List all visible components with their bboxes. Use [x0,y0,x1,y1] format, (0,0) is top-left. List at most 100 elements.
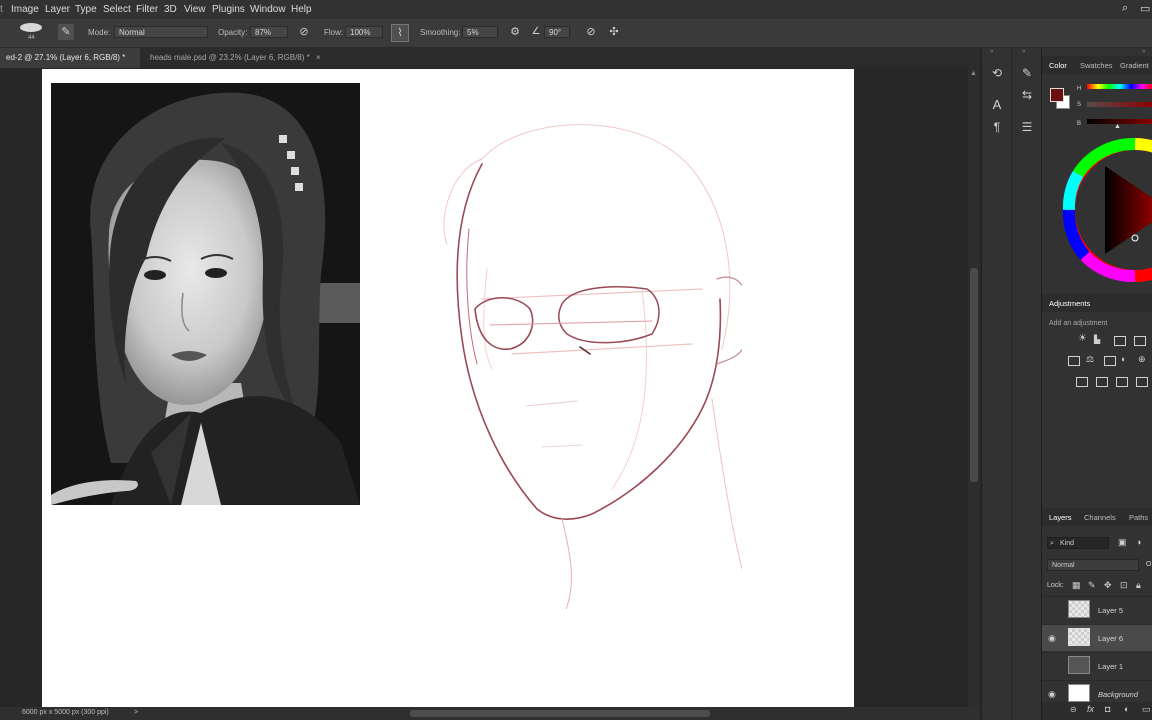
menu-filter[interactable]: Filter [136,4,158,15]
collapse-icon[interactable]: « [1142,49,1145,55]
paragraph-icon[interactable]: ¶ [986,118,1008,136]
document-tab-bar: ed-2 @ 27.1% (Layer 6, RGB/8) * × heads … [0,48,980,82]
menu-window[interactable]: Window [250,4,286,15]
lock-transparent-icon[interactable]: ▦ [1072,580,1081,591]
share-icon[interactable]: ▭ [1140,2,1150,15]
threshold-icon[interactable] [1116,377,1128,387]
lock-pixels-icon[interactable]: ✎ [1088,580,1096,591]
brightness-icon[interactable]: ☀ [1078,333,1087,344]
symmetry-icon[interactable]: ✣ [606,24,622,40]
brush-settings-panel-icon[interactable]: ⇆ [1016,86,1038,104]
smoothing-field[interactable]: 5% [462,26,498,38]
character-icon[interactable]: A [986,96,1008,114]
layer-style-icon[interactable]: fx [1087,704,1094,714]
scroll-up-arrow-icon[interactable]: ▲ [970,70,977,77]
layer-row-layer1[interactable]: Layer 1 [1042,652,1152,679]
menu-image[interactable]: Image [11,4,39,15]
status-arrow-icon[interactable]: > [134,709,138,716]
gradient-map-icon[interactable] [1136,377,1148,387]
tab-color[interactable]: Color [1049,61,1067,70]
layer-row-layer5[interactable]: Layer 5 [1042,596,1152,623]
vertical-scroll-thumb[interactable] [970,268,978,482]
posterize-icon[interactable] [1096,377,1108,387]
menu-cutoff: t [0,4,3,15]
opacity-field[interactable]: 87% [250,26,288,38]
layer-name: Background [1098,690,1139,699]
airbrush-icon[interactable]: ⌇ [391,24,409,42]
opacity-cutoff[interactable]: O [1146,561,1151,568]
pressure-opacity-icon[interactable]: ⊘ [296,24,312,40]
visibility-eye-icon[interactable]: ◉ [1048,689,1056,700]
collapse-icon[interactable]: » [990,49,993,55]
curves-icon[interactable] [1114,336,1126,346]
photo-filter-icon[interactable]: ◐ [1121,354,1126,364]
levels-icon[interactable]: ▙ [1094,335,1100,344]
tab-gradient[interactable]: Gradient [1120,61,1149,70]
collapse-icon[interactable]: » [1022,49,1025,55]
saturation-slider[interactable] [1087,102,1152,107]
tab-heads-male[interactable]: heads male.psd @ 23.2% (Layer 6, RGB/8) … [144,48,327,68]
brush-preview-icon[interactable] [20,23,42,32]
channel-mixer-icon[interactable]: ⊕ [1138,354,1146,365]
layer-mask-icon[interactable]: ◘ [1105,704,1110,714]
brush-panel-icon[interactable]: ✎ [1016,64,1038,82]
layers-footer: ⊝ fx ◘ ◐ ▭ [1042,702,1152,720]
vibrance-icon[interactable] [1068,356,1080,366]
hue-saturation-icon[interactable]: ⚖ [1086,354,1094,365]
adjustments-title[interactable]: Adjustments [1049,299,1090,308]
tab-layers[interactable]: Layers [1049,513,1072,522]
tab-active-document[interactable]: ed-2 @ 27.1% (Layer 6, RGB/8) * × [0,48,140,82]
tab-swatches[interactable]: Swatches [1080,61,1113,70]
opacity-label: Opacity: [218,28,248,37]
brush-settings-icon[interactable]: ✎ [58,24,74,40]
tab-label: ed-2 @ 27.1% (Layer 6, RGB/8) * [6,53,126,62]
color-wheel[interactable] [1060,138,1152,283]
menu-layer[interactable]: Layer [45,4,70,15]
layer-filter-select[interactable]: ⌕ Kind [1047,537,1109,549]
horizontal-scroll-thumb[interactable] [410,710,710,717]
brightness-slider-thumb-icon[interactable]: ▲ [1114,123,1121,130]
b-label: B [1077,121,1082,127]
filter-pixel-icon[interactable]: ▣ [1118,537,1127,548]
lock-all-icon[interactable]: 🔒︎ [1136,580,1141,591]
menu-3d[interactable]: 3D [164,4,177,15]
flow-field[interactable]: 100% [345,26,383,38]
foreground-color-swatch[interactable] [1050,88,1064,102]
menu-view[interactable]: View [184,4,206,15]
lock-position-icon[interactable]: ✥ [1104,580,1112,591]
exposure-icon[interactable] [1134,336,1146,346]
panel-icon-strip-2: » ✎ ⇆ ☰ [1011,48,1042,720]
new-group-icon[interactable]: ▭ [1142,704,1151,715]
mode-label: Mode: [88,28,111,37]
pressure-size-icon[interactable]: ⊘ [583,24,599,40]
lock-artboard-icon[interactable]: ⊡ [1120,580,1128,591]
layer-row-layer6[interactable]: ◉ Layer 6 [1042,624,1152,651]
tab-paths[interactable]: Paths [1129,513,1148,522]
search-icon[interactable]: ⌕ [1122,2,1128,15]
history-icon[interactable]: ⟲ [986,64,1008,82]
menu-plugins[interactable]: Plugins [212,4,245,15]
smoothing-gear-icon[interactable]: ⚙ [507,24,523,40]
link-layers-icon[interactable]: ⊝ [1070,705,1077,714]
blend-mode-select[interactable]: Normal [1047,559,1139,571]
angle-field[interactable]: 90° [544,26,570,38]
visibility-eye-icon[interactable]: ◉ [1048,633,1056,644]
menu-type[interactable]: Type [75,4,97,15]
color-balance-icon[interactable] [1104,356,1116,366]
menu-help[interactable]: Help [291,4,312,15]
adjustments-hint: Add an adjustment [1049,320,1108,327]
layer-thumbnail [1068,628,1090,646]
properties-icon[interactable]: ☰ [1016,118,1038,136]
tab-close-icon[interactable]: × [316,53,321,62]
reference-photo [51,83,360,505]
document-canvas[interactable] [42,69,854,709]
adjustment-layer-icon[interactable]: ◐ [1124,704,1129,714]
tab-channels[interactable]: Channels [1084,513,1116,522]
menu-select[interactable]: Select [103,4,131,15]
smoothing-label: Smoothing: [420,28,461,37]
invert-icon[interactable] [1076,377,1088,387]
hue-slider[interactable] [1087,84,1152,89]
filter-adjustment-icon[interactable]: ◑ [1136,537,1141,547]
document-size: 6000 px x 5000 px (300 ppi) [22,709,109,716]
mode-select[interactable]: Normal [114,26,208,38]
